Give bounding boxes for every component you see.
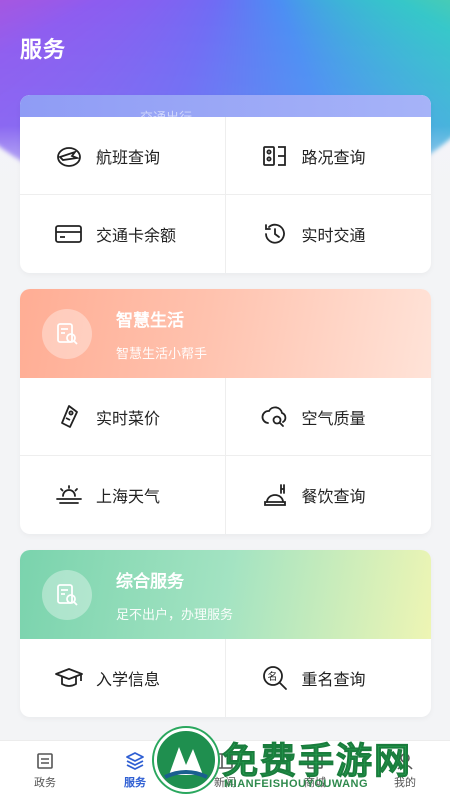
realtime-traffic-item[interactable]: 实时交通 <box>226 195 432 273</box>
smart-life-title: 智慧生活 <box>116 310 184 330</box>
document-search-icon <box>42 308 92 359</box>
watermark-logo-icon <box>154 728 218 792</box>
tab-service-label: 服务 <box>124 777 146 789</box>
vegetable-price-item[interactable]: 实时菜价 <box>20 378 226 456</box>
document-search-icon <box>42 569 92 620</box>
dining-icon <box>260 482 290 508</box>
transit-card-item[interactable]: 交通卡余额 <box>20 195 226 273</box>
air-quality-item[interactable]: 空气质量 <box>225 378 431 456</box>
site-watermark: 免费手游网 MIANFEISHOUYOUWANG <box>150 728 450 800</box>
dining-query-item[interactable]: 餐饮查询 <box>226 456 432 534</box>
enrollment-info-item[interactable]: 入学信息 <box>20 639 226 717</box>
weather-icon <box>54 482 84 508</box>
traffic-card: 交通出行 航班查询 路况查询 交通卡余额 实时交通 <box>20 95 431 273</box>
history-icon <box>260 221 290 247</box>
road-condition-label: 路况查询 <box>301 149 366 167</box>
comprehensive-service-header[interactable]: 综合服务 足不出户，办理服务 <box>20 550 431 639</box>
tab-government-label: 政务 <box>34 777 56 789</box>
road-condition-item[interactable]: 路况查询 <box>225 117 431 195</box>
layers-icon <box>124 751 146 771</box>
comprehensive-service-subtitle: 足不出户，办理服务 <box>116 606 234 622</box>
traffic-card-header: 交通出行 <box>20 95 431 125</box>
card-icon <box>54 221 84 247</box>
shanghai-weather-item[interactable]: 上海天气 <box>20 456 226 534</box>
enrollment-info-label: 入学信息 <box>96 672 161 689</box>
graduation-cap-icon <box>54 665 84 691</box>
name-search-icon: 名 <box>260 665 290 691</box>
flight-query-label: 航班查询 <box>96 149 161 167</box>
watermark-title: 免费手游网 <box>221 740 413 782</box>
smart-life-subtitle: 智慧生活小帮手 <box>116 345 208 361</box>
cloud-search-icon <box>260 404 290 430</box>
transit-card-label: 交通卡余额 <box>96 228 177 245</box>
shanghai-weather-label: 上海天气 <box>96 489 161 506</box>
price-tag-icon <box>54 404 84 430</box>
dining-query-label: 餐饮查询 <box>301 489 366 506</box>
flight-query-item[interactable]: 航班查询 <box>20 117 226 195</box>
smart-life-header[interactable]: 智慧生活 智慧生活小帮手 <box>20 289 431 378</box>
traffic-card-title: 交通出行 <box>140 110 193 125</box>
duplicate-name-item[interactable]: 名 重名查询 <box>226 639 432 717</box>
vegetable-price-label: 实时菜价 <box>96 410 161 428</box>
comprehensive-service-title: 综合服务 <box>116 571 184 591</box>
watermark-subtitle: MIANFEISHOUYOUWANG <box>224 778 369 790</box>
svg-text:名: 名 <box>267 670 277 683</box>
page-title: 服务 <box>20 37 67 62</box>
comprehensive-service-card: 综合服务 足不出户，办理服务 入学信息 名 重名查询 <box>20 550 431 717</box>
tab-government[interactable]: 政务 <box>0 741 90 800</box>
plane-icon <box>54 143 84 169</box>
air-quality-label: 空气质量 <box>301 410 366 428</box>
road-icon <box>260 143 290 169</box>
government-icon <box>34 751 56 771</box>
realtime-traffic-label: 实时交通 <box>301 228 366 245</box>
duplicate-name-label: 重名查询 <box>301 672 366 689</box>
smart-life-card: 智慧生活 智慧生活小帮手 实时菜价 空气质量 上海天气 餐饮查询 <box>20 289 431 534</box>
